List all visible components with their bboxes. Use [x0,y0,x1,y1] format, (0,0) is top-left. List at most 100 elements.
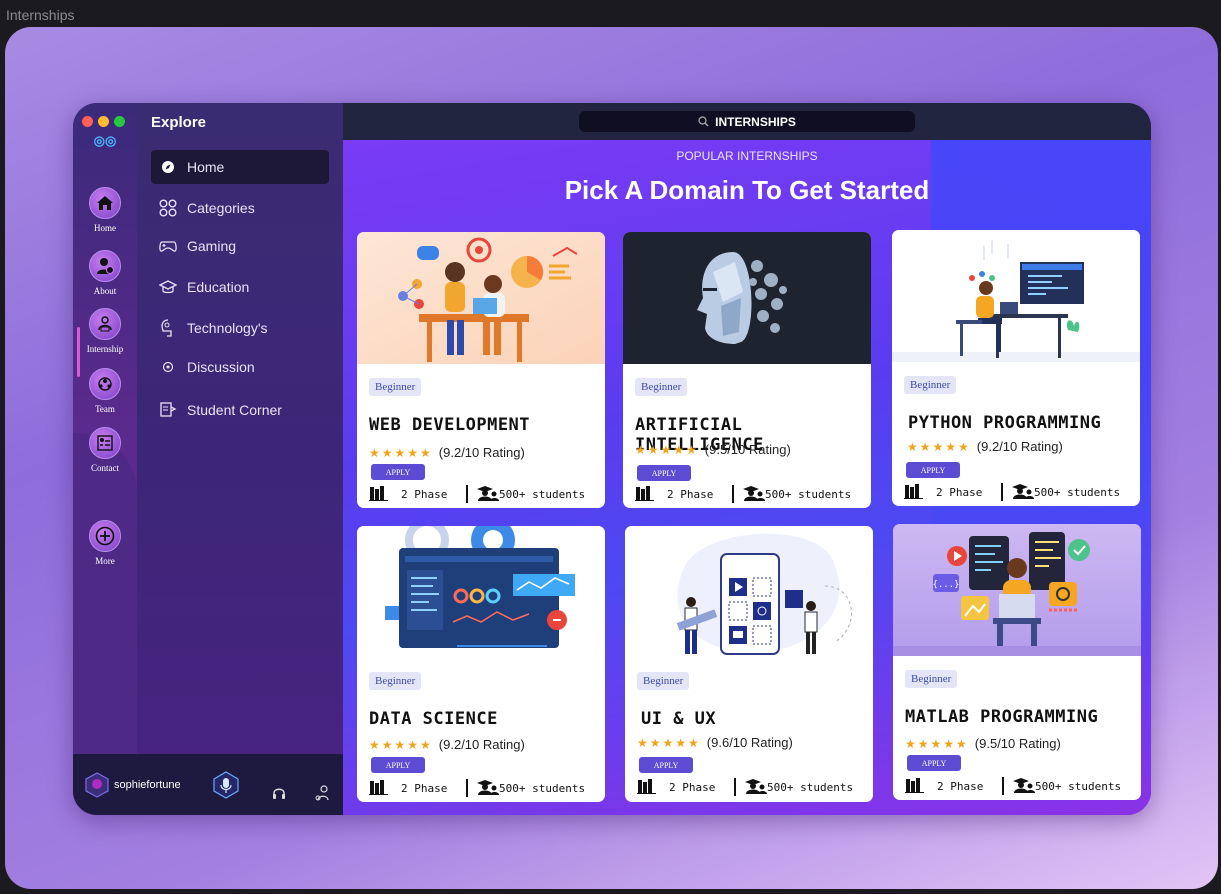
artificial-intelligence-illustration [623,232,871,364]
rail-label: Home [94,223,116,233]
meta-divider [466,485,468,503]
rail-label: About [93,286,117,296]
explore-sidebar: Explore Home Categories Gaming Education… [137,103,343,815]
main-content: POPULAR INTERNSHIPS Pick A Domain To Get… [343,140,1151,815]
internship-icon [89,308,121,340]
rating-text: (9.2/10 Rating) [438,445,525,460]
sidebar-item-education[interactable]: Education [151,270,329,304]
team-icon [89,368,121,400]
sidebar-item-gaming[interactable]: Gaming [151,229,329,263]
apply-button[interactable]: APPLY [907,755,961,771]
meta-divider [732,485,734,503]
internship-card-web-development[interactable]: Beginner WEB DEVELOPMENT ★★★★★ (9.2/10 R… [357,232,605,508]
rating-text: (9.5/10 Rating) [974,736,1061,751]
sidebar-item-discussion[interactable]: Discussion [151,350,329,384]
students-icon [745,779,767,794]
sidebar-item-categories[interactable]: Categories [151,191,329,225]
card-meta: 2 Phase 500+ students [369,779,599,797]
gamepad-icon [159,237,177,255]
sidebar-item-technology[interactable]: Technology's [151,311,329,345]
books-icon [904,484,923,499]
headphones-icon[interactable] [272,786,286,800]
rating-stars-icon: ★★★★★ [905,736,969,751]
level-badge: Beginner [904,376,957,394]
sidebar-item-student-corner[interactable]: Student Corner [151,393,329,427]
rail-decoration [73,433,137,755]
rating-text: (9.2/10 Rating) [976,439,1063,454]
sidebar-item-label: Technology's [187,320,268,336]
rail-item-home[interactable]: Home [73,187,137,233]
page-title: Pick A Domain To Get Started [564,175,930,205]
username: sophiefortune [114,779,181,791]
students-icon [1013,778,1035,793]
icon-rail: ◎◎ Home About Internship Team Contact Mo… [73,103,137,815]
student-corner-icon [159,401,177,419]
apply-button[interactable]: APPLY [371,464,425,480]
sidebar-item-label: Gaming [187,238,237,254]
books-icon [369,780,388,795]
students-count: 500+ students [499,488,586,501]
rating-text: (9.6/10 Rating) [706,735,793,750]
microphone-icon[interactable] [213,771,239,799]
minimize-dot[interactable] [98,116,109,127]
apply-button[interactable]: APPLY [637,465,691,481]
user-panel: sophiefortune [73,754,343,815]
internship-card-artificial-intelligence[interactable]: Beginner ARTIFICIAL INTELLIGENCE ★★★★★ (… [623,232,871,508]
internship-card-data-science[interactable]: Beginner DATA SCIENCE ★★★★★ (9.2/10 Rati… [357,526,605,802]
window-title: Internships [6,7,75,23]
background-canvas: ◎◎ Home About Internship Team Contact Mo… [5,27,1218,889]
card-meta: 2 Phase 500+ students [369,485,599,503]
rail-item-more[interactable]: More [73,520,137,566]
rail-label: Team [95,404,115,414]
app-window: ◎◎ Home About Internship Team Contact Mo… [73,103,1151,815]
phase-count: 2 Phase [669,781,716,794]
close-dot[interactable] [82,116,93,127]
card-meta: 2 Phase 500+ students [637,778,867,796]
card-meta: 2 Phase 500+ students [904,483,1134,501]
discussion-icon [159,358,177,376]
apply-button[interactable]: APPLY [906,462,960,478]
card-rating: ★★★★★ (9.5/10 Rating) [905,736,1061,751]
python-programming-illustration [892,230,1140,362]
rail-item-internship[interactable]: Internship [73,308,137,354]
internship-card-python-programming[interactable]: Beginner PYTHON PROGRAMMING ★★★★★ (9.2/1… [892,230,1140,506]
level-badge: Beginner [905,670,958,688]
internship-card-ui-ux[interactable]: Beginner UI & UX ★★★★★ (9.6/10 Rating) A… [625,526,873,802]
card-rating: ★★★★★ (9.2/10 Rating) [907,439,1063,454]
card-meta: 2 Phase 500+ students [905,777,1135,795]
web-development-illustration [357,232,605,364]
sidebar-item-home[interactable]: Home [151,150,329,184]
sidebar-item-label: Home [187,159,225,175]
apply-button[interactable]: APPLY [371,757,425,773]
card-rating: ★★★★★ (9.2/10 Rating) [369,737,525,752]
search-bar[interactable]: INTERNSHIPS [579,111,915,132]
brand-logo[interactable]: ◎◎ [81,133,129,149]
apply-button[interactable]: APPLY [639,757,693,773]
rail-item-about[interactable]: About [73,250,137,296]
students-count: 500+ students [499,782,586,795]
students-icon [477,486,499,501]
books-icon [635,486,654,501]
students-count: 500+ students [767,781,854,794]
students-icon [477,780,499,795]
home-icon [89,187,121,219]
svg-text:{...}: {...} [932,580,959,590]
maximize-dot[interactable] [114,116,125,127]
rating-text: (9.5/10 Rating) [704,442,791,457]
logo-mark-icon: ◎◎ [93,133,117,148]
avatar[interactable] [85,772,109,798]
students-count: 500+ students [1034,486,1121,499]
data-science-illustration [357,526,605,658]
card-rating: ★★★★★ (9.5/10 Rating) [635,442,791,457]
user-settings-icon[interactable] [315,785,329,801]
internship-card-matlab-programming[interactable]: {...} Beginner MATLAB PROGRAMMING ★★★★★ … [893,524,1141,800]
rail-item-team[interactable]: Team [73,368,137,414]
rail-label: More [95,556,115,566]
rail-item-contact[interactable]: Contact [73,427,137,473]
students-count: 500+ students [1035,780,1122,793]
phase-count: 2 Phase [936,486,983,499]
phase-count: 2 Phase [401,782,448,795]
ui-ux-illustration [625,526,873,658]
compass-icon [159,158,177,176]
sidebar-item-label: Student Corner [187,402,282,418]
